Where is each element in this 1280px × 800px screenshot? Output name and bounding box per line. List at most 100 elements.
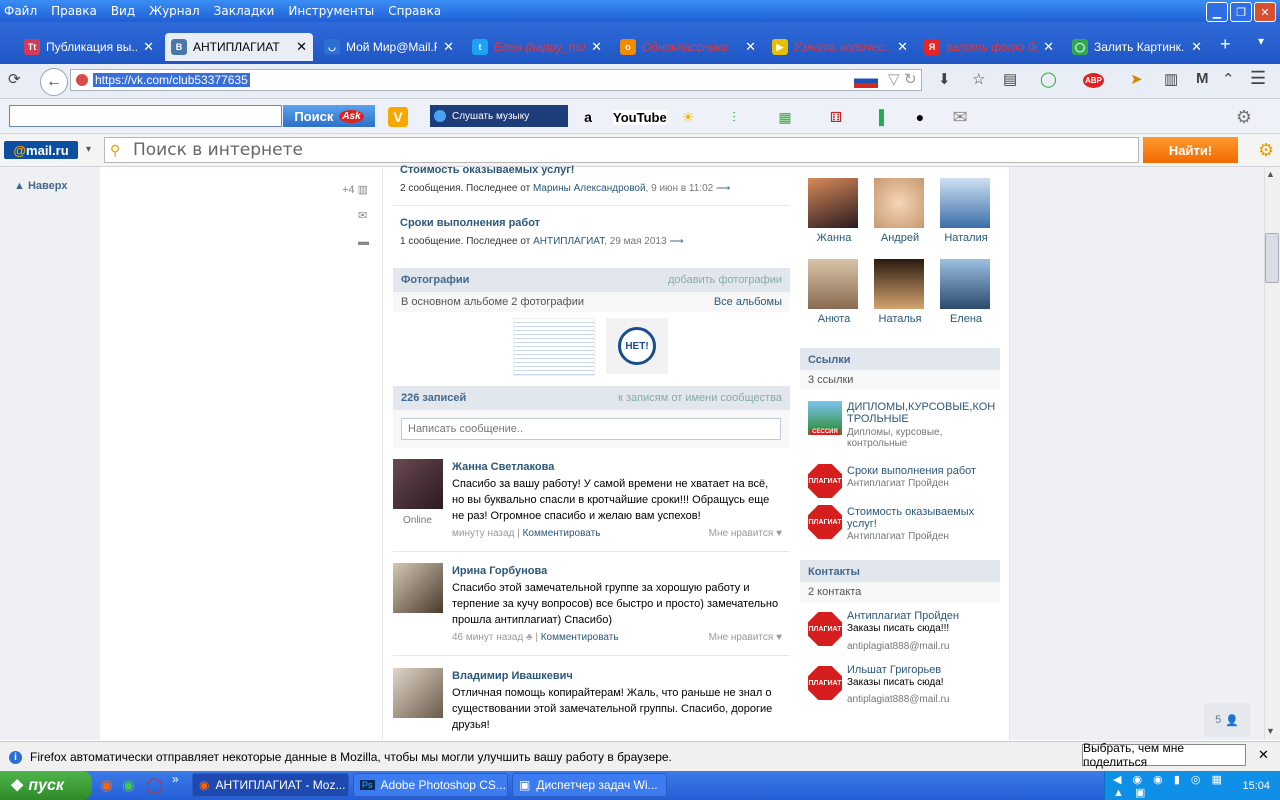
back-to-top[interactable]: ▲ Наверх — [14, 180, 67, 192]
close-tab-icon[interactable]: ✕ — [1191, 39, 1202, 55]
maps-icon[interactable]: ▦ — [775, 107, 795, 127]
post-time[interactable]: 46 минут назад — [452, 632, 523, 643]
task-button[interactable]: Ps Adobe Photoshop CS... — [353, 773, 508, 797]
tab-3[interactable]: t Елен (happy_mu... ✕ — [466, 33, 608, 61]
listen-music-button[interactable]: Слушать музыку — [430, 105, 568, 127]
close-tab-icon[interactable]: ✕ — [591, 39, 602, 55]
tab-list-icon[interactable]: ▾ — [1258, 34, 1264, 48]
member[interactable]: Наталья — [874, 259, 926, 325]
scroll-thumb[interactable] — [1265, 233, 1279, 283]
close-tab-icon[interactable]: ✕ — [745, 39, 756, 55]
topic-title[interactable]: Сроки выполнения работ — [400, 217, 540, 229]
like-label[interactable]: Мне нравится — [709, 528, 774, 539]
link-title[interactable]: Сроки выполнения работ — [847, 465, 992, 477]
menu-bookmarks[interactable]: Закладки — [214, 4, 275, 18]
link-title[interactable]: ДИПЛОМЫ,КУРСОВЫЕ,КОН ТРОЛЬНЫЕ — [847, 401, 995, 425]
games-icon[interactable]: ⚅ — [826, 107, 846, 127]
plus-count[interactable]: +4 ▥ — [342, 183, 368, 196]
comment-link[interactable]: Комментировать — [523, 528, 601, 539]
start-button[interactable]: ❖ пуск — [0, 771, 92, 800]
menu-help[interactable]: Справка — [388, 4, 441, 18]
tab-4[interactable]: о Одноклассники ✕ — [614, 33, 762, 61]
member[interactable]: Андрей — [874, 178, 926, 244]
close-tab-icon[interactable]: ✕ — [143, 39, 154, 55]
close-tab-icon[interactable]: ✕ — [897, 39, 908, 55]
menu-file[interactable]: Файл — [4, 4, 37, 18]
adblock-icon[interactable]: ABP — [1083, 73, 1104, 88]
minimize-button[interactable]: ▁ — [1206, 2, 1228, 22]
amazon-icon[interactable]: a — [578, 107, 598, 127]
message-input[interactable]: Написать сообщение.. — [401, 418, 781, 440]
session-icon[interactable]: СЕССИЯ — [808, 401, 842, 435]
post-time[interactable]: минуту назад — [452, 528, 514, 539]
menu-history[interactable]: Журнал — [149, 4, 200, 18]
contact-name[interactable]: Ильшат Григорьев — [847, 664, 941, 676]
member[interactable]: Елена — [940, 259, 992, 325]
close-tab-icon[interactable]: ✕ — [296, 39, 307, 55]
firefox-quicklaunch-icon[interactable]: ◉ — [100, 776, 113, 794]
member[interactable]: Анюта — [808, 259, 860, 325]
scroll-down-icon[interactable]: ▼ — [1266, 726, 1275, 736]
tab-0[interactable]: Tt Публикация вы... ✕ — [18, 33, 160, 61]
gmail-icon[interactable]: M — [1196, 70, 1209, 87]
settings-gear-icon[interactable]: ⚙ — [1234, 107, 1254, 127]
bars-icon[interactable]: ▌ — [874, 107, 894, 127]
comment-link[interactable]: Комментировать — [541, 632, 619, 643]
close-tab-icon[interactable]: ✕ — [443, 39, 454, 55]
dark-circle-icon[interactable]: ● — [910, 107, 930, 127]
post-author[interactable]: Владимир Ивашкевич — [452, 670, 573, 682]
chrome-quicklaunch-icon[interactable]: ◉ — [122, 776, 135, 794]
wall-count[interactable]: 226 записей — [401, 392, 466, 404]
task-button[interactable]: ◉ АНТИПЛАГИАТ - Moz... — [192, 773, 349, 797]
avatar[interactable] — [393, 563, 443, 613]
mailru-dropdown-icon[interactable]: ▾ — [86, 144, 91, 155]
new-tab-icon[interactable]: + — [1220, 34, 1231, 55]
tab-6[interactable]: Язалить фото бе... ✕ — [918, 33, 1060, 61]
tab-2[interactable]: ◡ Мой Мир@Mail.Ru ✕ — [318, 33, 460, 61]
download-icon[interactable]: ⬇ — [938, 70, 951, 88]
youtube-icon[interactable]: YouTube — [613, 108, 667, 126]
message-icon[interactable]: ✉ — [358, 209, 367, 222]
tab-1[interactable]: В АНТИПЛАГИАТ ✕ — [165, 33, 313, 61]
stats-icon[interactable]: ⫶ — [724, 107, 744, 127]
online-counter[interactable]: 5 👤 — [1204, 703, 1250, 737]
find-button[interactable]: Найти! — [1143, 137, 1238, 163]
scroll-up-icon[interactable]: ▲ — [1266, 169, 1275, 179]
task-button[interactable]: ▣ Диспетчер задач Wi... — [512, 773, 667, 797]
choose-share-button[interactable]: Выбрать, чем мне поделиться — [1082, 741, 1246, 769]
heart-icon[interactable]: ♥ — [776, 528, 782, 539]
contact-email[interactable]: antiplagiat888@mail.ru — [847, 694, 949, 705]
opera-quicklaunch-icon[interactable]: ◯ — [146, 776, 163, 794]
arrow-right-icon[interactable]: ⟶ — [716, 183, 730, 194]
mail-search-input[interactable]: Поиск в интернете — [104, 137, 1139, 163]
v-icon[interactable]: V — [388, 107, 408, 127]
mailru-settings-icon[interactable]: ⚙ — [1258, 140, 1274, 161]
contacts-header[interactable]: Контакты — [800, 560, 1000, 584]
ask-search-input[interactable] — [9, 105, 282, 127]
member[interactable]: Жанна — [808, 178, 860, 244]
hamburger-menu-icon[interactable]: ☰ — [1250, 68, 1266, 89]
back-button[interactable]: ← — [40, 68, 68, 96]
close-window-button[interactable]: ✕ — [1254, 2, 1276, 22]
mail-envelope-icon[interactable]: ✉ — [950, 107, 970, 127]
extension-icon[interactable]: ▥ — [1164, 70, 1178, 88]
weather-icon[interactable]: ☀ — [678, 107, 698, 127]
contact-email[interactable]: antiplagiat888@mail.ru — [847, 641, 949, 652]
photos-title[interactable]: Фотографии — [401, 274, 469, 286]
menu-edit[interactable]: Правка — [51, 4, 97, 18]
quicklaunch-expand-icon[interactable]: » — [172, 772, 179, 786]
cursor-icon[interactable]: ➤ — [1130, 70, 1143, 88]
post-author[interactable]: Жанна Светлакова — [452, 461, 554, 473]
topic-author[interactable]: Марины Александровой — [533, 183, 646, 194]
post-author[interactable]: Ирина Горбунова — [452, 565, 547, 577]
restore-button[interactable]: ❐ — [1230, 2, 1252, 22]
url-text[interactable]: https://vk.com/club53377635 — [93, 73, 250, 87]
reading-list-icon[interactable]: ▤ — [1003, 70, 1017, 88]
heart-icon[interactable]: ♥ — [776, 632, 782, 643]
add-photos-link[interactable]: добавить фотографии — [668, 274, 782, 286]
comment-icon[interactable]: ▬ — [358, 236, 369, 248]
menu-tools[interactable]: Инструменты — [288, 4, 374, 18]
clock[interactable]: 15:04 — [1242, 780, 1270, 792]
all-albums-link[interactable]: Все альбомы — [714, 296, 782, 308]
member[interactable]: Наталия — [940, 178, 992, 244]
